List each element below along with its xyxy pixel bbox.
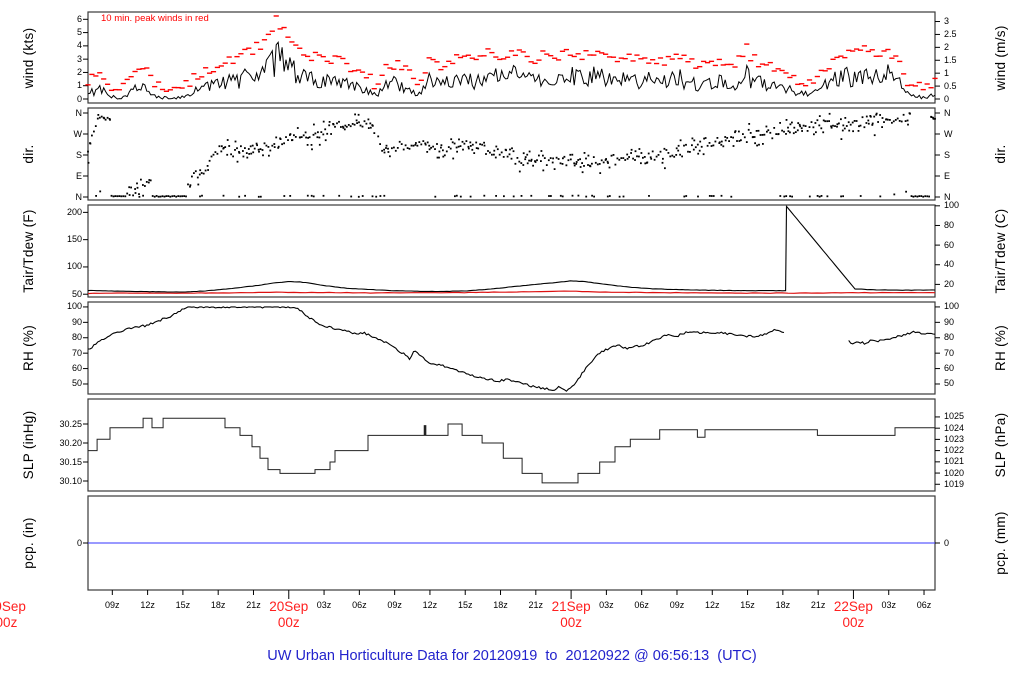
- y-tick-label-right: 20: [944, 278, 955, 289]
- y-tick-label-left: 30.15: [59, 456, 82, 467]
- y-tick-label-left: 30.25: [59, 418, 82, 429]
- y-tick-label-left: 30.20: [59, 437, 82, 448]
- x-tick-label: 03z: [881, 600, 896, 610]
- y-tick-label-right: 0.5: [944, 80, 957, 91]
- axis-title-pcp-left: pcp. (in): [21, 517, 36, 569]
- y-tick-label-left: 30.10: [59, 475, 82, 486]
- y-tick-label-right: 60: [944, 239, 955, 250]
- y-tick-label-right: 1024: [944, 422, 965, 433]
- x-tick-label: 15z: [175, 600, 191, 610]
- y-tick-label-left: N: [75, 191, 83, 202]
- peak-winds-annotation: 10 min. peak winds in red: [101, 13, 209, 24]
- y-tick-label-right: 1021: [944, 456, 965, 467]
- y-tick-label-left: 3: [76, 53, 82, 64]
- x-tick-label: 18z: [775, 600, 791, 610]
- y-tick-label-right: 1.5: [944, 54, 957, 65]
- y-tick-label-left: 2: [76, 66, 82, 77]
- y-tick-label-right: W: [944, 128, 953, 139]
- y-tick-label-right: 80: [944, 219, 955, 230]
- x-tick-label: 09z: [669, 600, 685, 610]
- x-tick-label: 15z: [740, 600, 755, 610]
- y-tick-label-left: 5: [76, 27, 82, 38]
- y-tick-label-right: 70: [944, 347, 955, 358]
- x-tick-label: 12z: [140, 600, 155, 610]
- x-tick-label: 12z: [705, 600, 720, 610]
- x-date-label: 00z: [842, 615, 865, 630]
- y-tick-label-right: 80: [944, 332, 955, 343]
- y-tick-label-right: 0: [944, 93, 950, 104]
- y-tick-label-right: 0: [944, 537, 950, 548]
- x-tick-label: 18z: [210, 600, 226, 610]
- x-tick-label: 03z: [599, 600, 614, 610]
- y-tick-label-left: 90: [71, 316, 82, 327]
- y-tick-label-right: 1025: [944, 411, 965, 422]
- y-tick-label-right: 1020: [944, 467, 965, 478]
- y-tick-label-left: 100: [66, 301, 82, 312]
- y-tick-label-left: 4: [76, 40, 82, 51]
- y-tick-label-left: 6: [76, 13, 82, 24]
- y-tick-label-right: N: [944, 107, 951, 118]
- axis-title-pcp-right: pcp. (mm): [993, 511, 1008, 575]
- x-tick-label: 06z: [916, 600, 932, 610]
- y-tick-label-right: 100: [944, 301, 960, 312]
- y-tick-label-left: 70: [71, 347, 82, 358]
- y-tick-label-left: 150: [66, 234, 82, 245]
- y-tick-label-right: 40: [944, 259, 955, 270]
- y-tick-label-right: 100: [944, 200, 960, 211]
- y-tick-label-left: 60: [71, 363, 82, 374]
- y-tick-label-left: 50: [71, 378, 82, 389]
- x-date-label: 00z: [277, 615, 300, 630]
- y-tick-label-left: W: [73, 128, 83, 139]
- y-tick-label-right: E: [944, 170, 951, 181]
- x-tick-label: 15z: [457, 600, 473, 610]
- x-tick-label: 03z: [316, 600, 332, 610]
- y-tick-label-left: 0: [76, 93, 82, 104]
- x-tick-label: 18z: [493, 600, 508, 610]
- y-tick-label-left: E: [75, 170, 82, 181]
- y-tick-label-left: 200: [66, 206, 82, 217]
- x-tick-label: 12z: [422, 600, 438, 610]
- y-tick-label-left: S: [75, 149, 82, 160]
- y-tick-label-left: 0: [76, 537, 82, 548]
- x-tick-label: 09z: [387, 600, 402, 610]
- page-title: UW Urban Horticulture Data for 20120919 …: [267, 648, 757, 664]
- chart-canvas: [83, 11, 940, 599]
- y-tick-label-right: 50: [944, 378, 955, 389]
- x-tick-label: 06z: [352, 600, 367, 610]
- y-tick-label-right: 3: [944, 16, 950, 27]
- y-tick-label-right: 1019: [944, 478, 965, 489]
- y-tick-label-right: S: [944, 149, 951, 160]
- meteogram-page: 0 1 2 3 4 5 6 0 0.5 1 1.5 2 2.5 3 N W S E N N W S E N 50 100 150 20…: [0, 0, 1024, 700]
- y-tick-label-right: 1: [944, 67, 950, 78]
- y-tick-label-right: 2.5: [944, 28, 957, 39]
- y-tick-label-left: 100: [66, 261, 82, 272]
- x-date-label: 00z: [560, 615, 582, 630]
- y-tick-label-right: 60: [944, 363, 955, 374]
- y-tick-label-left: 50: [71, 288, 82, 299]
- y-tick-label-left: N: [75, 107, 83, 118]
- y-tick-label-right: 2: [944, 41, 950, 52]
- x-tick-label: 06z: [634, 600, 649, 610]
- y-tick-label-right: 1023: [944, 433, 965, 444]
- y-tick-label-left: 80: [71, 332, 82, 343]
- y-tick-label-right: 90: [944, 316, 955, 327]
- y-tick-label-left: 1: [76, 80, 82, 91]
- x-tick-label: 09z: [105, 600, 120, 610]
- y-tick-label-right: 1022: [944, 445, 965, 456]
